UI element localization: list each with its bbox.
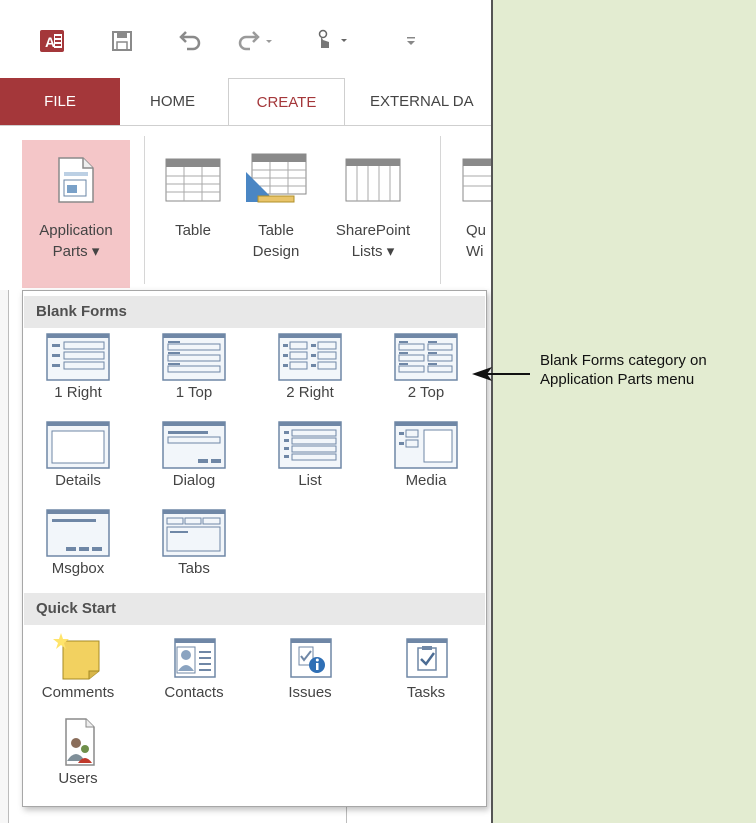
quick-start-contacts[interactable]: Contacts — [149, 629, 239, 702]
quick-start-label: Tasks — [406, 684, 446, 701]
blank-form-label: List — [298, 472, 322, 489]
application-parts-button[interactable]: Application Parts ▾ — [22, 140, 130, 288]
callout-line-2: Application Parts menu — [540, 371, 695, 388]
tab-home[interactable]: HOME — [130, 78, 215, 125]
application-parts-icon — [22, 140, 130, 220]
blank-form-media[interactable]: Media — [381, 417, 471, 490]
quick-start-heading: Quick Start — [24, 593, 485, 625]
application-parts-label-1: Application — [39, 222, 113, 239]
touch-mode-icon[interactable] — [308, 24, 356, 58]
blank-forms-heading: Blank Forms — [24, 296, 485, 328]
ribbon-tabs: FILE HOME CREATE EXTERNAL DA — [0, 78, 491, 127]
table-design-label-2: Design — [252, 243, 300, 260]
form-list-icon — [265, 417, 355, 469]
redo-icon[interactable] — [232, 24, 280, 58]
form-msgbox-icon — [33, 505, 123, 557]
blank-form-2-right[interactable]: 2 Right — [265, 329, 355, 402]
blank-form-label: Media — [405, 472, 447, 489]
ribbon-group-divider — [144, 136, 145, 284]
query-wizard-label-2: Wi — [466, 243, 484, 260]
form-details-icon — [33, 417, 123, 469]
blank-form-label: 2 Right — [286, 384, 334, 401]
blank-form-details[interactable]: Details — [33, 417, 123, 490]
blank-form-1-top[interactable]: 1 Top — [149, 329, 239, 402]
table-design-icon — [236, 140, 316, 220]
quick-start-tasks[interactable]: Tasks — [381, 629, 471, 702]
blank-form-list[interactable]: List — [265, 417, 355, 490]
sharepoint-lists-label-2: Lists ▾ — [351, 243, 395, 260]
form-dialog-icon — [149, 417, 239, 469]
query-wizard-label-1: Qu — [466, 222, 487, 239]
save-icon[interactable] — [104, 24, 140, 58]
query-wizard-icon — [456, 140, 491, 220]
blank-form-dialog[interactable]: Dialog — [149, 417, 239, 490]
form-1-top-icon — [149, 329, 239, 381]
access-logo-icon[interactable]: A — [34, 24, 70, 58]
blank-form-label: 1 Top — [175, 384, 213, 401]
quick-start-comments[interactable]: Comments — [33, 629, 123, 702]
navigation-pane-edge — [0, 290, 9, 823]
form-2-right-icon — [265, 329, 355, 381]
table-design-button[interactable]: Table Design — [236, 140, 316, 262]
undo-icon[interactable] — [172, 24, 208, 58]
contacts-icon — [149, 629, 239, 681]
callout-line-1: Blank Forms category on — [540, 352, 707, 369]
table-icon — [158, 140, 228, 220]
ribbon-group-divider — [440, 136, 441, 284]
quick-start-label: Users — [58, 770, 98, 787]
blank-form-label: Tabs — [178, 560, 210, 577]
customize-qat-icon[interactable] — [396, 24, 426, 58]
table-design-label-1: Table — [258, 222, 294, 239]
tasks-icon — [381, 629, 471, 681]
blank-form-label: Details — [55, 472, 101, 489]
tab-external-data[interactable]: EXTERNAL DA — [352, 78, 491, 125]
quick-start-issues[interactable]: Issues — [265, 629, 355, 702]
callout-arrow — [472, 367, 530, 381]
form-tabs-icon — [149, 505, 239, 557]
form-2-top-icon — [381, 329, 471, 381]
callout-text: Blank Forms category on Application Part… — [540, 351, 707, 389]
quick-start-users[interactable]: Users — [33, 715, 123, 788]
blank-form-label: Dialog — [172, 472, 216, 489]
comments-icon — [33, 629, 123, 681]
quick-start-label: Contacts — [164, 684, 224, 701]
table-label: Table — [175, 222, 211, 239]
quick-access-toolbar: A — [0, 0, 491, 78]
blank-form-2-top[interactable]: 2 Top — [381, 329, 471, 402]
access-window: A FILE HOME CREATE EXTERNAL DA Applicati — [0, 0, 493, 823]
query-wizard-button[interactable]: Qu Wi — [456, 140, 491, 262]
tab-file[interactable]: FILE — [0, 78, 120, 125]
users-icon — [33, 715, 123, 767]
blank-form-msgbox[interactable]: Msgbox — [33, 505, 123, 578]
blank-form-label: Msgbox — [51, 560, 105, 577]
blank-form-1-right[interactable]: 1 Right — [33, 329, 123, 402]
svg-text:A: A — [45, 34, 55, 50]
table-button[interactable]: Table — [158, 140, 228, 241]
quick-start-label: Issues — [288, 684, 332, 701]
blank-form-tabs[interactable]: Tabs — [149, 505, 239, 578]
application-parts-label-2: Parts ▾ — [52, 243, 100, 260]
form-1-right-icon — [33, 329, 123, 381]
blank-form-label: 2 Top — [407, 384, 445, 401]
blank-form-label: 1 Right — [54, 384, 102, 401]
sharepoint-lists-label-1: SharePoint — [335, 222, 411, 239]
ribbon-create: Application Parts ▾ Table Table Design S… — [0, 125, 491, 291]
quick-start-label: Comments — [41, 684, 115, 701]
issues-icon — [265, 629, 355, 681]
form-media-icon — [381, 417, 471, 469]
sharepoint-lists-button[interactable]: SharePoint Lists ▾ — [322, 140, 424, 262]
tab-create[interactable]: CREATE — [228, 78, 345, 127]
sharepoint-lists-icon — [322, 140, 424, 220]
application-parts-menu: Blank Forms 1 Right 1 Top 2 Right 2 Top — [22, 290, 487, 807]
